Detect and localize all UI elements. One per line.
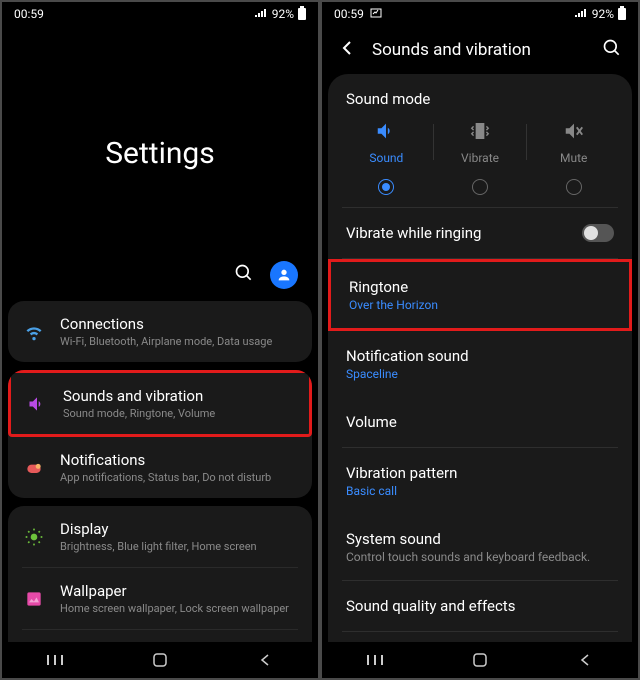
item-subtitle: Brightness, Blue light filter, Home scre… (60, 540, 298, 553)
item-subtitle: Sound mode, Ringtone, Volume (63, 407, 295, 420)
item-title: Connections (60, 315, 298, 333)
row-title: Vibration pattern (346, 464, 614, 482)
status-bar: 00:59 92% (2, 2, 318, 26)
setting-row-system-sound[interactable]: System sound Control touch sounds and key… (328, 514, 632, 580)
row-title: System sound (346, 530, 614, 548)
setting-row-ringtone[interactable]: Ringtone Over the Horizon (328, 259, 632, 331)
setting-row-vibration-pattern[interactable]: Vibration pattern Basic call (328, 448, 632, 514)
item-title: Display (60, 520, 298, 538)
item-title: Sounds and vibration (63, 387, 295, 405)
nav-bar (2, 642, 318, 678)
signal-icon (254, 7, 268, 21)
display-icon (22, 527, 46, 547)
sound-icon (375, 120, 397, 145)
status-time: 00:59 (14, 7, 44, 21)
row-subtitle: Control touch sounds and keyboard feedba… (346, 550, 614, 564)
toggle-switch[interactable] (582, 224, 614, 242)
row-title: Notification sound (346, 347, 614, 365)
battery-percent: 92% (592, 7, 614, 21)
battery-percent: 92% (272, 7, 294, 21)
row-title: Sound quality and effects (346, 597, 614, 615)
item-title: Notifications (60, 451, 298, 469)
search-icon[interactable] (234, 263, 254, 287)
row-subtitle: Spaceline (346, 367, 614, 381)
sound-mode-vibrate[interactable]: Vibrate (434, 120, 527, 195)
sound-mode-label: Sound mode (328, 74, 632, 116)
page-title: Settings (2, 136, 318, 171)
screenshot-icon (370, 7, 382, 21)
settings-group: Sounds and vibration Sound mode, Ringtone… (8, 370, 312, 498)
row-title: Vibrate while ringing (346, 224, 582, 242)
vibrate-while-ringing-row[interactable]: Vibrate while ringing (328, 208, 632, 258)
back-icon[interactable] (338, 39, 356, 61)
vibrate-icon (469, 120, 491, 145)
settings-panel: Sound mode Sound Vibrate Mute Vibrate whil… (328, 74, 632, 642)
mode-label: Sound (369, 151, 403, 165)
nav-bar (322, 642, 638, 678)
home-button[interactable] (140, 652, 180, 668)
item-subtitle: Home screen wallpaper, Lock screen wallp… (60, 602, 298, 615)
settings-item-themes[interactable]: ThemesDownloadable themes, wallpapers, a… (8, 630, 312, 642)
notif-icon (22, 458, 46, 478)
row-subtitle: Basic call (346, 484, 614, 498)
item-subtitle: Wi-Fi, Bluetooth, Airplane mode, Data us… (60, 335, 298, 348)
screen-header: Sounds and vibration (322, 26, 638, 74)
setting-row-volume[interactable]: Volume (328, 397, 632, 447)
row-title: Volume (346, 413, 614, 431)
settings-group: Display Brightness, Blue light filter, Ho… (8, 506, 312, 642)
sound-mode-sound[interactable]: Sound (340, 120, 433, 195)
sound-icon (25, 394, 49, 414)
battery-icon (298, 8, 306, 20)
settings-group: Connections Wi-Fi, Bluetooth, Airplane mo… (8, 301, 312, 362)
row-title: Ringtone (349, 278, 611, 296)
status-bar: 00:59 92% (322, 2, 638, 26)
radio-icon (378, 179, 394, 195)
setting-row-separate-app-sound[interactable]: Separate app sound (328, 632, 632, 642)
settings-item-connections[interactable]: Connections Wi-Fi, Bluetooth, Airplane mo… (8, 301, 312, 362)
home-button[interactable] (460, 652, 500, 668)
search-icon[interactable] (602, 38, 622, 62)
radio-icon (472, 179, 488, 195)
profile-avatar[interactable] (270, 261, 298, 289)
header-title: Sounds and vibration (372, 40, 586, 60)
settings-item-wallpaper[interactable]: Wallpaper Home screen wallpaper, Lock scr… (8, 568, 312, 629)
mode-label: Vibrate (461, 151, 499, 165)
settings-item-display[interactable]: Display Brightness, Blue light filter, Ho… (8, 506, 312, 567)
recents-button[interactable] (355, 653, 395, 667)
row-subtitle: Over the Horizon (349, 298, 611, 312)
mode-label: Mute (560, 151, 587, 165)
recents-button[interactable] (35, 653, 75, 667)
settings-screen: 00:59 92% Settings Connections Wi-Fi, Blu… (2, 2, 318, 678)
setting-row-notification-sound[interactable]: Notification sound Spaceline (328, 331, 632, 397)
sounds-vibration-screen: 00:59 92% Sounds and vibration Sound mod… (322, 2, 638, 678)
item-subtitle: App notifications, Status bar, Do not di… (60, 471, 298, 484)
settings-item-notifications[interactable]: Notifications App notifications, Status b… (8, 437, 312, 498)
radio-icon (566, 179, 582, 195)
wifi-icon (22, 322, 46, 342)
sound-mode-mute[interactable]: Mute (527, 120, 620, 195)
signal-icon (574, 7, 588, 21)
setting-row-sound-quality-and-effects[interactable]: Sound quality and effects (328, 581, 632, 631)
back-button[interactable] (245, 653, 285, 667)
item-title: Wallpaper (60, 582, 298, 600)
mute-icon (563, 120, 585, 145)
settings-item-sounds-and-vibration[interactable]: Sounds and vibration Sound mode, Ringtone… (8, 370, 312, 437)
battery-icon (618, 8, 626, 20)
back-button[interactable] (565, 653, 605, 667)
wallpaper-icon (22, 589, 46, 609)
status-time: 00:59 (334, 7, 364, 21)
